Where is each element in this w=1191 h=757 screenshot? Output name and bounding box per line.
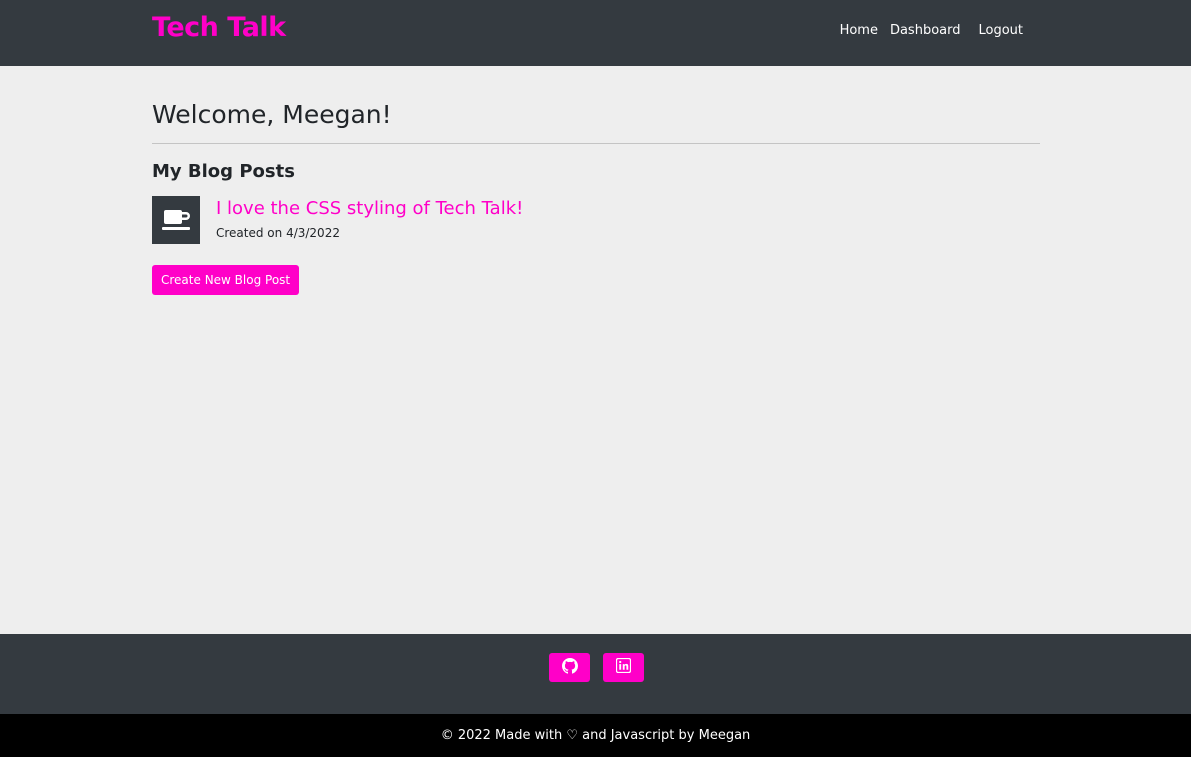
- main-nav: Home Dashboard Logout: [834, 23, 1029, 38]
- nav-logout[interactable]: Logout: [972, 23, 1029, 38]
- github-button[interactable]: [549, 653, 590, 682]
- page-title: Welcome, Meegan!: [152, 100, 1040, 144]
- coffee-cup-icon: [152, 196, 200, 244]
- linkedin-icon: [615, 657, 632, 677]
- section-title: My Blog Posts: [152, 161, 295, 182]
- copyright-text: © 2022 Made with ♡ and Javascript by Mee…: [440, 728, 751, 743]
- copyright-bar: © 2022 Made with ♡ and Javascript by Mee…: [0, 714, 1191, 757]
- github-icon: [561, 657, 578, 678]
- post-body: I love the CSS styling of Tech Talk! Cre…: [216, 196, 523, 240]
- linkedin-button[interactable]: [603, 653, 644, 682]
- post-title-link[interactable]: I love the CSS styling of Tech Talk!: [216, 198, 523, 219]
- post-date: Created on 4/3/2022: [216, 226, 340, 240]
- create-post-button[interactable]: Create New Blog Post: [152, 265, 300, 295]
- nav-home[interactable]: Home: [834, 23, 884, 38]
- site-footer: [0, 634, 1191, 714]
- brand-logo[interactable]: Tech Talk: [152, 12, 286, 43]
- dashboard-main: Welcome, Meegan! My Blog Posts I love th…: [152, 66, 1040, 295]
- list-item: I love the CSS styling of Tech Talk! Cre…: [152, 196, 1040, 244]
- nav-dashboard[interactable]: Dashboard: [884, 23, 967, 38]
- site-header: Tech Talk Home Dashboard Logout: [0, 0, 1191, 66]
- social-links: [549, 653, 644, 682]
